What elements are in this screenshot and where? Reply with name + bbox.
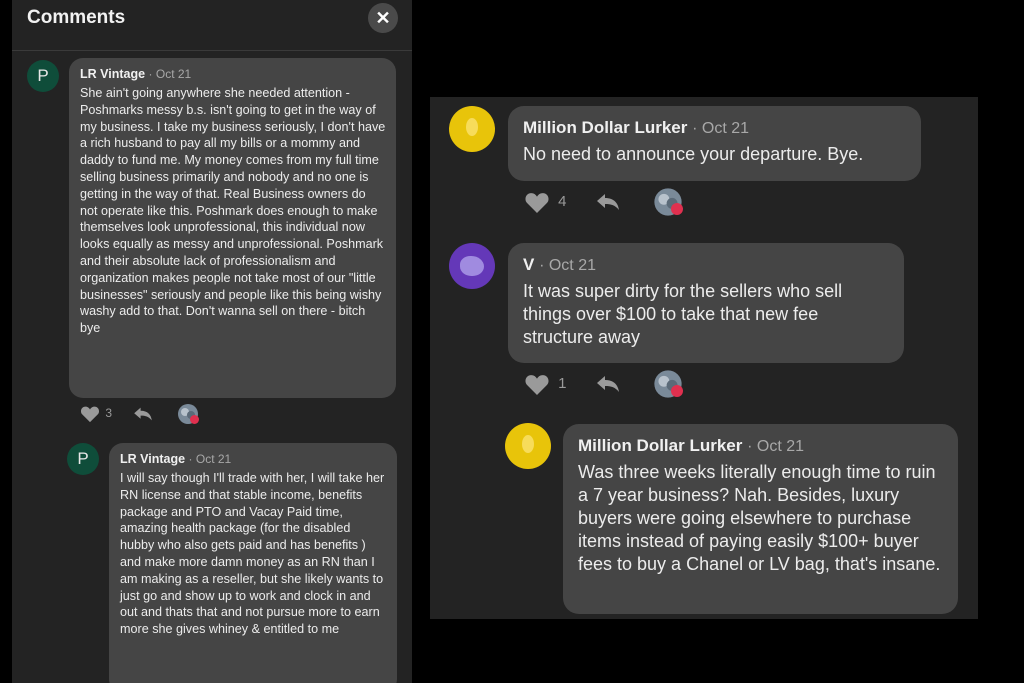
- reaction-avatar-icon[interactable]: [653, 369, 683, 399]
- like-count: 1: [558, 374, 567, 392]
- comment-text: She ain't going anywhere she needed atte…: [80, 86, 386, 336]
- like-button[interactable]: 3: [80, 406, 115, 423]
- heart-icon: [525, 192, 549, 213]
- avatar[interactable]: [449, 106, 495, 152]
- reply-icon[interactable]: [595, 374, 621, 394]
- comment-actions: 3: [80, 403, 199, 425]
- comment-meta: LR Vintage · Oct 21: [120, 452, 387, 466]
- comment-author[interactable]: LR Vintage: [120, 452, 185, 466]
- reply-icon[interactable]: [133, 406, 153, 422]
- heart-icon: [80, 406, 100, 423]
- comment-text: It was super dirty for the sellers who s…: [523, 281, 843, 347]
- comment-date: · Oct 21: [692, 120, 749, 137]
- comment-author[interactable]: Million Dollar Lurker: [578, 436, 742, 455]
- comment-bubble: Million Dollar Lurker · Oct 21 No need t…: [508, 106, 921, 181]
- reply-icon[interactable]: [595, 192, 621, 212]
- comment-author[interactable]: Million Dollar Lurker: [523, 118, 687, 137]
- comment-date: · Oct 21: [148, 67, 192, 81]
- comment-meta: V · Oct 21: [523, 255, 890, 275]
- reaction-avatar-icon[interactable]: [177, 403, 199, 425]
- comment-bubble: LR Vintage · Oct 21 She ain't going anyw…: [69, 58, 396, 398]
- comment-meta: Million Dollar Lurker · Oct 21: [523, 118, 907, 138]
- comment-date: · Oct 21: [747, 438, 804, 455]
- close-icon: ✕: [375, 8, 391, 28]
- like-count: 3: [105, 406, 113, 421]
- comment-actions: 4: [524, 187, 683, 217]
- comment-date: · Oct 21: [539, 257, 596, 274]
- comment-date: · Oct 21: [188, 452, 232, 466]
- zoomed-comments-panel: Million Dollar Lurker · Oct 21 No need t…: [430, 97, 978, 619]
- comment-text: No need to announce your departure. Bye.: [523, 144, 864, 164]
- comment-bubble: Million Dollar Lurker · Oct 21 Was three…: [563, 424, 958, 614]
- avatar[interactable]: [449, 243, 495, 289]
- comment-author[interactable]: LR Vintage: [80, 67, 145, 81]
- like-count: 4: [558, 192, 567, 210]
- comment-bubble: V · Oct 21 It was super dirty for the se…: [508, 243, 904, 363]
- comment-bubble: LR Vintage · Oct 21 I will say though I'…: [109, 443, 397, 683]
- comments-header: Comments ✕: [12, 0, 412, 51]
- like-button[interactable]: 4: [524, 192, 571, 213]
- comment-text: I will say though I'll trade with her, I…: [120, 471, 385, 637]
- comment-actions: 1: [524, 369, 683, 399]
- avatar[interactable]: P: [67, 443, 99, 475]
- reaction-avatar-icon[interactable]: [653, 187, 683, 217]
- comments-title: Comments: [27, 7, 126, 28]
- like-button[interactable]: 1: [524, 374, 571, 395]
- avatar[interactable]: [505, 423, 551, 469]
- close-button[interactable]: ✕: [368, 3, 398, 33]
- comment-meta: Million Dollar Lurker · Oct 21: [578, 436, 944, 456]
- avatar[interactable]: P: [27, 60, 59, 92]
- comment-author[interactable]: V: [523, 255, 534, 274]
- heart-icon: [525, 374, 549, 395]
- comment-meta: LR Vintage · Oct 21: [80, 67, 386, 81]
- comment-text: Was three weeks literally enough time to…: [578, 462, 941, 574]
- comments-panel: Comments ✕ P LR Vintage · Oct 21 She ain…: [12, 0, 412, 683]
